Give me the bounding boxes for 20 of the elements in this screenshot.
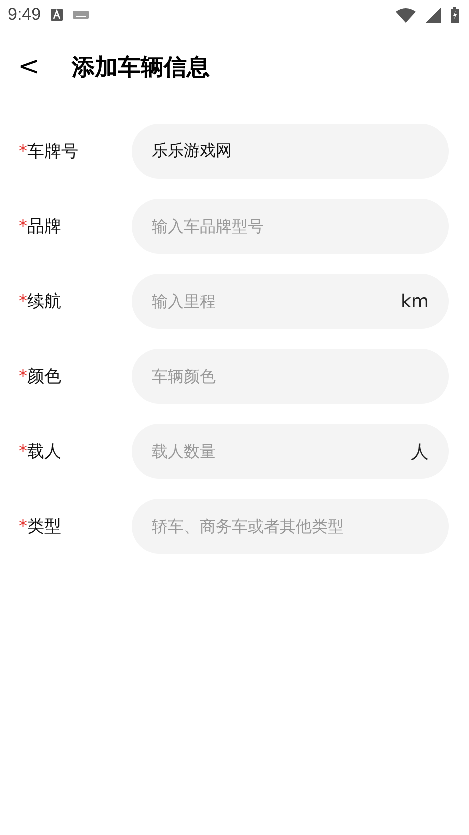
field-label: *类型	[19, 516, 62, 538]
field-label: *品牌	[19, 216, 62, 238]
status-time: 9:49	[8, 5, 42, 25]
field-label: *车牌号	[19, 141, 80, 163]
field-label: *颜色	[19, 366, 62, 388]
input-field[interactable]: 车辆颜色	[132, 349, 449, 404]
page-title: 添加车辆信息	[72, 54, 210, 82]
signal-icon	[426, 8, 441, 22]
field-label: *续航	[19, 291, 62, 313]
battery-icon	[451, 7, 459, 23]
input-field[interactable]: 轿车、商务车或者其他类型	[132, 499, 449, 554]
font-icon	[51, 9, 64, 21]
input-field[interactable]: 乐乐游戏网	[132, 124, 449, 179]
keyboard-icon	[73, 11, 90, 19]
wifi-icon	[396, 8, 416, 22]
back-button[interactable]: <	[16, 52, 42, 82]
unit-label: 人	[411, 440, 429, 464]
input-field[interactable]: 输入车品牌型号	[132, 199, 449, 254]
field-label: *载人	[19, 441, 62, 463]
unit-label: km	[401, 291, 429, 312]
